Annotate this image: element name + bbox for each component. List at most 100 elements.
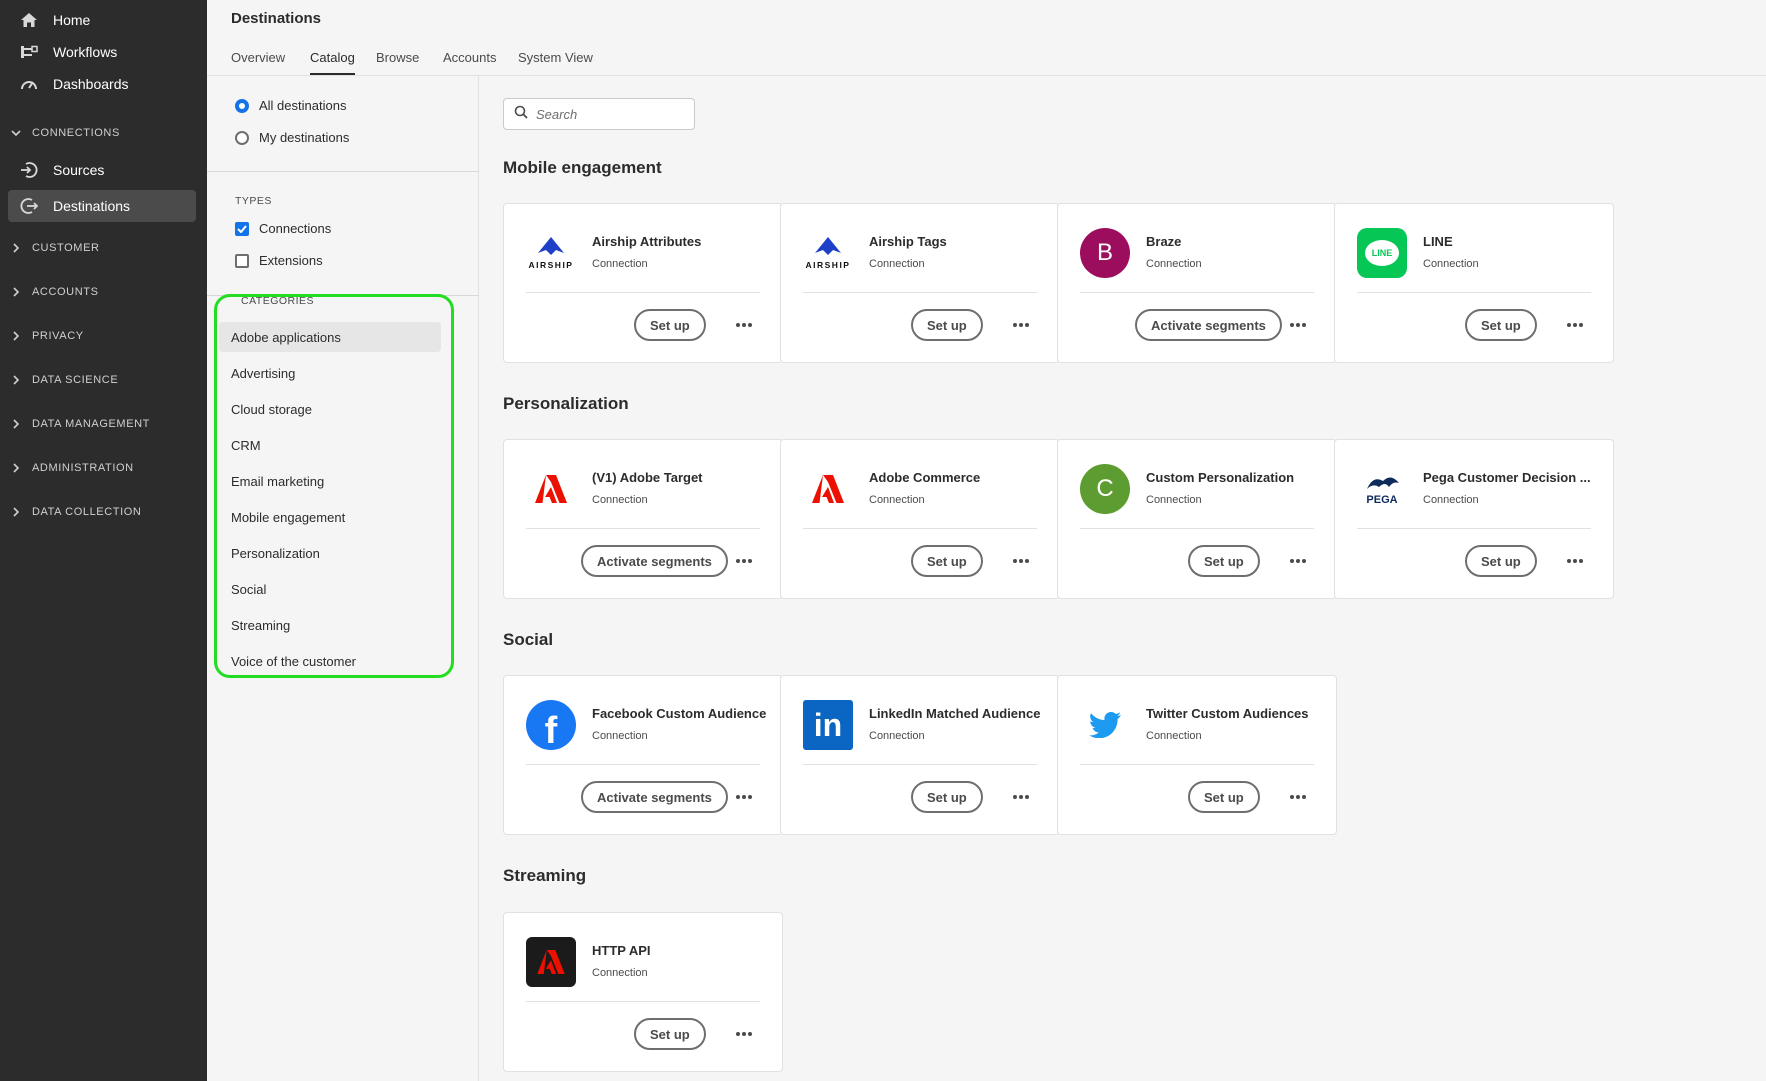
destination-name: Pega Customer Decision ... <box>1423 470 1591 485</box>
nav-section-label: ACCOUNTS <box>32 286 99 298</box>
chevron-right-icon <box>10 243 22 253</box>
more-options-icon[interactable] <box>1010 788 1032 806</box>
nav-item-destinations[interactable]: Destinations <box>8 190 196 222</box>
checkbox[interactable] <box>235 221 249 236</box>
category-personalization[interactable]: Personalization <box>219 538 441 568</box>
airship-logo: AIRSHIP <box>803 228 853 278</box>
tab-browse[interactable]: Browse <box>376 50 419 73</box>
nav-section-privacy[interactable]: PRIVACY <box>10 326 84 346</box>
radio-all-destinations[interactable]: All destinations <box>235 98 346 113</box>
nav-section-data-science[interactable]: DATA SCIENCE <box>10 370 118 390</box>
tab-overview[interactable]: Overview <box>231 50 285 73</box>
radio-label: All destinations <box>259 98 347 113</box>
set-up-button[interactable]: Set up <box>634 1018 706 1050</box>
activate-segments-button[interactable]: Activate segments <box>1135 309 1282 341</box>
category-social[interactable]: Social <box>219 574 441 604</box>
destination-type: Connection <box>592 494 648 506</box>
nav-section-data-management[interactable]: DATA MANAGEMENT <box>10 414 150 434</box>
destination-card: B Braze Connection Activate segments <box>1057 203 1337 363</box>
nav-section-accounts[interactable]: ACCOUNTS <box>10 282 99 302</box>
nav-section-customer[interactable]: CUSTOMER <box>10 238 100 258</box>
divider <box>1357 528 1591 529</box>
category-crm[interactable]: CRM <box>219 430 441 460</box>
category-cloud-storage[interactable]: Cloud storage <box>219 394 441 424</box>
destination-card: in LinkedIn Matched Audience Connection … <box>780 675 1060 835</box>
more-options-icon[interactable] <box>1564 316 1586 334</box>
activate-segments-button[interactable]: Activate segments <box>581 781 728 813</box>
nav-section-label: PRIVACY <box>32 330 84 342</box>
category-adobe-applications[interactable]: Adobe applications <box>219 322 441 352</box>
destination-name: Custom Personalization <box>1146 470 1295 485</box>
set-up-button[interactable]: Set up <box>1188 545 1260 577</box>
more-options-icon[interactable] <box>1010 552 1032 570</box>
checkbox[interactable] <box>235 253 249 268</box>
tab-accounts[interactable]: Accounts <box>443 50 496 73</box>
nav-section-label: CUSTOMER <box>32 242 100 254</box>
destination-card: AIRSHIP Airship Tags Connection Set up <box>780 203 1060 363</box>
section-title-social: Social <box>503 630 554 649</box>
destination-name: Facebook Custom Audience <box>592 706 767 721</box>
nav-section-label: CONNECTIONS <box>32 127 120 139</box>
nav-section-administration[interactable]: ADMINISTRATION <box>10 458 134 478</box>
category-streaming[interactable]: Streaming <box>219 610 441 640</box>
more-options-icon[interactable] <box>733 316 755 334</box>
more-options-icon[interactable] <box>733 788 755 806</box>
divider <box>1357 292 1591 293</box>
radio-button[interactable] <box>235 98 249 113</box>
category-mobile-engagement[interactable]: Mobile engagement <box>219 502 441 532</box>
destination-card: AIRSHIP Airship Attributes Connection Se… <box>503 203 783 363</box>
nav-item-sources[interactable]: Sources <box>8 154 196 186</box>
set-up-button[interactable]: Set up <box>911 545 983 577</box>
destination-name: Twitter Custom Audiences <box>1146 706 1309 721</box>
nav-item-dashboards[interactable]: Dashboards <box>8 68 196 100</box>
more-options-icon[interactable] <box>1287 552 1309 570</box>
search-input[interactable] <box>536 106 686 122</box>
set-up-button[interactable]: Set up <box>634 309 706 341</box>
divider <box>1080 292 1314 293</box>
nav-item-home[interactable]: Home <box>8 4 196 36</box>
more-options-icon[interactable] <box>1010 316 1032 334</box>
nav-label: Dashboards <box>53 76 129 92</box>
divider <box>526 764 760 765</box>
destination-type: Connection <box>1423 258 1479 270</box>
page-header: Destinations Overview Catalog Browse Acc… <box>207 0 1766 76</box>
category-voice-of-the-customer[interactable]: Voice of the customer <box>219 646 441 676</box>
nav-section-connections[interactable]: CONNECTIONS <box>10 123 120 143</box>
radio-button[interactable] <box>235 130 249 145</box>
set-up-button[interactable]: Set up <box>911 781 983 813</box>
tab-catalog[interactable]: Catalog <box>310 50 355 75</box>
chevron-right-icon <box>10 287 22 297</box>
set-up-button[interactable]: Set up <box>1465 545 1537 577</box>
nav-item-workflows[interactable]: Workflows <box>8 36 196 68</box>
more-options-icon[interactable] <box>733 1025 755 1043</box>
radio-my-destinations[interactable]: My destinations <box>235 130 349 145</box>
left-navigation: Home Workflows Dashboards CONNECTIONS So… <box>0 0 207 1081</box>
tab-system-view[interactable]: System View <box>518 50 593 73</box>
activate-segments-button[interactable]: Activate segments <box>581 545 728 577</box>
destination-card: HTTP API Connection Set up <box>503 912 783 1072</box>
category-email-marketing[interactable]: Email marketing <box>219 466 441 496</box>
search-box[interactable] <box>503 98 695 130</box>
destination-card: Twitter Custom Audiences Connection Set … <box>1057 675 1337 835</box>
section-title-personalization: Personalization <box>503 394 629 413</box>
divider <box>526 1001 760 1002</box>
more-options-icon[interactable] <box>1287 316 1309 334</box>
destination-type: Connection <box>869 494 925 506</box>
checkbox-extensions[interactable]: Extensions <box>235 253 323 268</box>
more-options-icon[interactable] <box>733 552 755 570</box>
checkbox-label: Connections <box>259 221 332 236</box>
checkbox-connections[interactable]: Connections <box>235 221 331 236</box>
chevron-right-icon <box>10 507 22 517</box>
more-options-icon[interactable] <box>1564 552 1586 570</box>
set-up-button[interactable]: Set up <box>1188 781 1260 813</box>
set-up-button[interactable]: Set up <box>911 309 983 341</box>
destination-type: Connection <box>592 258 648 270</box>
category-advertising[interactable]: Advertising <box>219 358 441 388</box>
more-options-icon[interactable] <box>1287 788 1309 806</box>
adobe-logo <box>803 464 853 514</box>
chevron-right-icon <box>10 375 22 385</box>
set-up-button[interactable]: Set up <box>1465 309 1537 341</box>
destination-type: Connection <box>592 967 648 979</box>
nav-section-data-collection[interactable]: DATA COLLECTION <box>10 502 141 522</box>
destination-type: Connection <box>592 730 648 742</box>
